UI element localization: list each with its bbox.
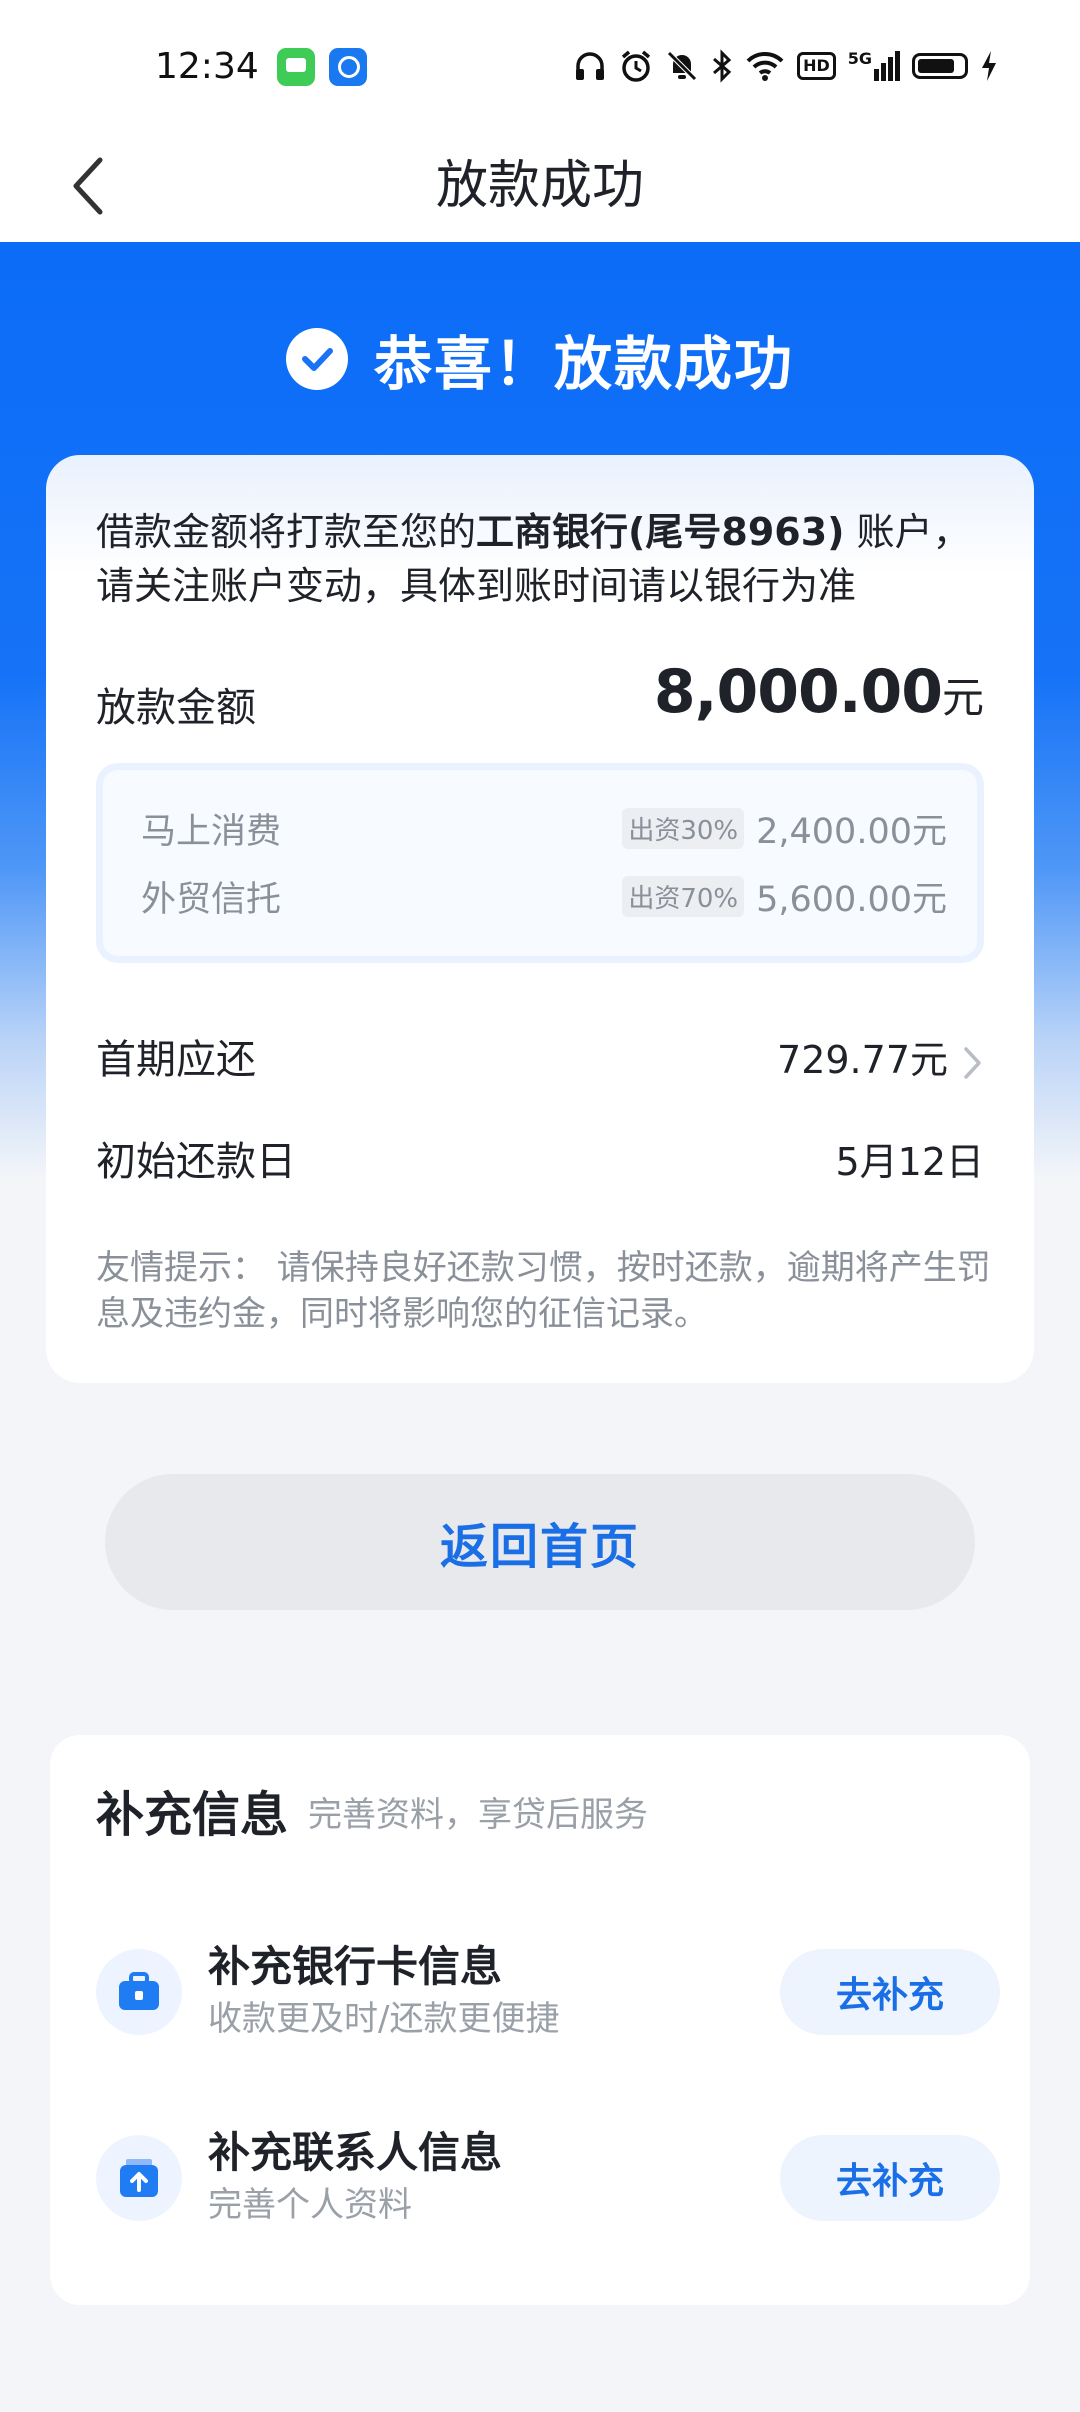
funder-amount: 5,600.00元 <box>756 879 947 920</box>
wifi-icon <box>746 51 784 81</box>
supplement-item-bank-card: 补充银行卡信息 收款更及时/还款更便捷 去补充 <box>50 1927 1030 2047</box>
briefcase-icon <box>96 1949 182 2035</box>
status-icons: HD 5G <box>573 46 998 86</box>
funder-amount: 2,400.00元 <box>756 811 947 852</box>
messages-app-icon <box>277 48 315 86</box>
funder-row: 外贸信托 出资70% 5,600.00元 <box>141 868 947 924</box>
funder-name: 外贸信托 <box>141 879 282 920</box>
amount-unit: 元 <box>941 673 984 722</box>
supplement-button-label: 去补充 <box>835 1975 944 2016</box>
funder-share-badge: 出资30% <box>622 807 745 849</box>
charging-icon <box>982 51 996 81</box>
supplement-item-title: 补充联系人信息 <box>208 2128 503 2177</box>
supplement-button-label: 去补充 <box>835 2161 944 2202</box>
browser-app-icon <box>329 48 367 86</box>
supplement-item-desc: 收款更及时/还款更便捷 <box>208 1999 560 2039</box>
supplement-bank-card-button[interactable]: 去补充 <box>780 1949 1000 2035</box>
amount-value: 8,000.00 <box>653 657 943 727</box>
upload-box-icon <box>96 2135 182 2221</box>
funder-row: 马上消费 出资30% 2,400.00元 <box>141 800 947 856</box>
amount-label: 放款金额 <box>96 685 256 731</box>
alarm-icon <box>621 50 651 82</box>
return-home-button[interactable]: 返回首页 <box>105 1474 975 1610</box>
battery-icon <box>912 53 968 79</box>
supplement-item-desc: 完善个人资料 <box>208 2185 412 2225</box>
headphones-icon <box>576 52 605 80</box>
success-text: 恭喜！放款成功 <box>373 330 794 398</box>
funder-share-badge: 出资70% <box>622 875 745 917</box>
funder-breakdown: 马上消费 出资30% 2,400.00元 外贸信托 出资70% 5,600.00… <box>96 763 984 963</box>
friendly-tip: 友情提示： 请保持良好还款习惯，按时还款，逾期将产生罚息及违约金，同时将影响您的… <box>96 1245 996 1337</box>
amount-value-group: 8,000.00元 <box>654 657 984 727</box>
hd-badge: HD <box>797 52 836 80</box>
signal-icon: 5G <box>848 51 900 81</box>
page-title: 放款成功 <box>435 156 644 216</box>
title-bar: 放款成功 <box>0 130 1080 242</box>
success-banner: 恭喜！放款成功 <box>0 317 1080 401</box>
first-payment-label: 首期应还 <box>96 1037 256 1083</box>
funder-name: 马上消费 <box>141 811 282 852</box>
supplement-item-title: 补充银行卡信息 <box>208 1942 503 1991</box>
return-home-label: 返回首页 <box>439 1519 640 1575</box>
first-payment-value: 729.77元 <box>777 1038 948 1082</box>
chevron-right-icon <box>964 1046 981 1079</box>
first-date-value: 5月12日 <box>835 1140 984 1184</box>
mute-bell-icon <box>667 51 697 81</box>
supplement-title: 补充信息 <box>96 1787 289 1843</box>
supplement-item-contact: 补充联系人信息 完善个人资料 去补充 <box>50 2113 1030 2233</box>
status-bar: 12:34 HD 5G <box>0 0 1080 130</box>
status-time: 12:34 <box>155 46 259 87</box>
check-circle-icon <box>285 328 348 390</box>
first-date-label: 初始还款日 <box>96 1139 296 1185</box>
notice-bank: 工商银行(尾号8963) <box>476 510 845 554</box>
supplement-card: 补充信息 完善资料，享贷后服务 补充银行卡信息 收款更及时/还款更便捷 去补充 … <box>50 1735 1030 2305</box>
network-type-label: 5G <box>847 49 872 68</box>
loan-detail-card: 借款金额将打款至您的工商银行(尾号8963) 账户，请关注账户变动，具体到账时间… <box>46 455 1034 1383</box>
disbursement-notice: 借款金额将打款至您的工商银行(尾号8963) 账户，请关注账户变动，具体到账时间… <box>96 505 996 613</box>
supplement-subtitle: 完善资料，享贷后服务 <box>308 1795 648 1835</box>
bluetooth-icon <box>713 49 732 83</box>
tip-label: 友情提示： <box>96 1248 266 1288</box>
supplement-contact-button[interactable]: 去补充 <box>780 2135 1000 2221</box>
notice-prefix: 借款金额将打款至您的 <box>96 510 477 554</box>
first-payment-row[interactable]: 729.77元 <box>777 1029 984 1084</box>
